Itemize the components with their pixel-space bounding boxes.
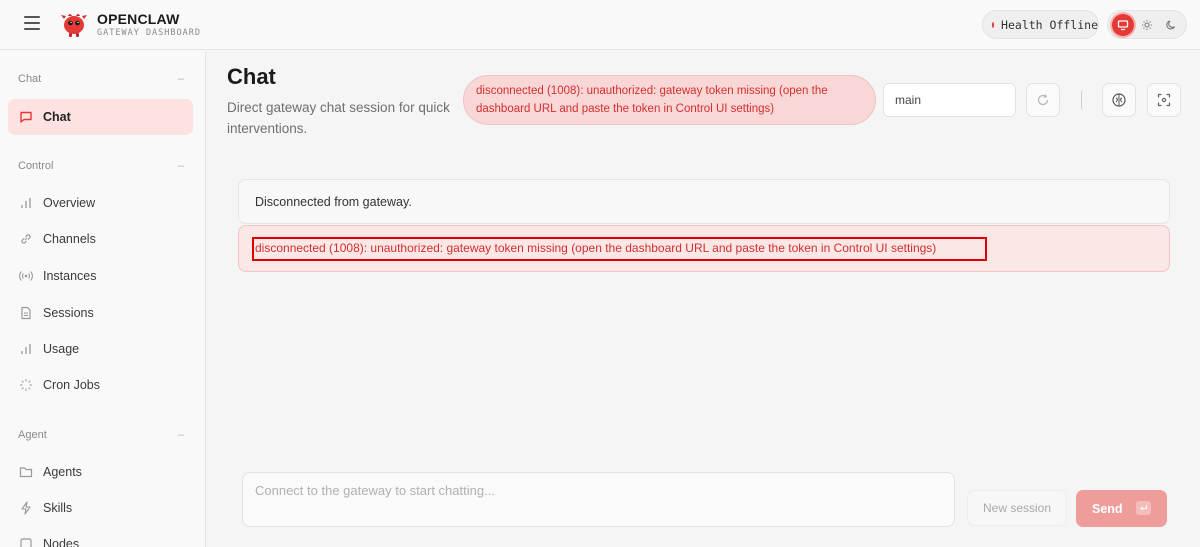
toolbar-divider <box>1081 91 1082 109</box>
loader-icon <box>18 377 34 393</box>
send-button[interactable]: Send <box>1076 490 1167 527</box>
group-label-chat: Chat <box>18 73 42 85</box>
square-icon <box>18 536 34 547</box>
theme-switcher <box>1107 10 1187 39</box>
sidebar-item-label: Nodes <box>43 537 80 547</box>
collapse-agent-button[interactable]: – <box>178 429 184 441</box>
sidebar-item-nodes[interactable]: Nodes <box>8 526 193 547</box>
message-input[interactable] <box>242 472 955 527</box>
enter-key-icon <box>1136 501 1151 515</box>
sidebar-item-label: Agents <box>43 465 82 479</box>
session-key-input[interactable] <box>883 83 1016 117</box>
sidebar-item-channels[interactable]: Channels <box>8 221 193 257</box>
sidebar-item-instances[interactable]: Instances <box>8 258 193 294</box>
sidebar-item-sessions[interactable]: Sessions <box>8 295 193 331</box>
collapse-control-button[interactable]: – <box>178 160 184 172</box>
refresh-button[interactable] <box>1026 83 1060 117</box>
menu-icon[interactable] <box>24 16 40 30</box>
sidebar-item-skills[interactable]: Skills <box>8 490 193 526</box>
brain-icon <box>1112 93 1126 107</box>
message-square-icon <box>18 109 34 125</box>
folder-icon <box>18 464 34 480</box>
health-label: Health <box>1001 17 1043 32</box>
sidebar-item-label: Overview <box>43 196 96 210</box>
file-text-icon <box>18 305 34 321</box>
sidebar-item-label: Usage <box>43 342 80 356</box>
sidebar: Chat – Chat Control – Overview Channels … <box>0 51 206 547</box>
bar-chart-icon <box>18 195 34 211</box>
radio-icon <box>18 268 34 284</box>
focus-icon <box>1157 93 1171 107</box>
monitor-icon <box>1117 19 1129 30</box>
error-banner: disconnected (1008): unauthorized: gatew… <box>463 75 876 125</box>
page-title: Chat <box>227 64 276 89</box>
sun-icon <box>1142 19 1152 30</box>
status-message: Disconnected from gateway. <box>238 179 1170 224</box>
new-session-button[interactable]: New session <box>967 490 1067 526</box>
sidebar-item-overview[interactable]: Overview <box>8 185 193 221</box>
top-bar: OPENCLAW GATEWAY DASHBOARD Health Offlin… <box>0 0 1200 50</box>
brand-title: OPENCLAW <box>97 11 180 27</box>
theme-light-button[interactable] <box>1136 14 1158 36</box>
brand-subtitle: GATEWAY DASHBOARD <box>97 28 201 38</box>
moon-icon <box>1166 19 1176 29</box>
status-dot-icon <box>992 21 995 28</box>
group-label-control: Control <box>18 160 54 172</box>
sidebar-item-chat[interactable]: Chat <box>8 99 193 135</box>
sidebar-item-label: Skills <box>43 501 73 515</box>
openclaw-logo <box>61 14 87 37</box>
thinking-toggle-button[interactable] <box>1102 83 1136 117</box>
sidebar-item-label: Instances <box>43 269 97 283</box>
page-subtitle: Direct gateway chat session for quick in… <box>227 100 450 136</box>
zap-icon <box>18 500 34 516</box>
group-label-agent: Agent <box>18 429 47 441</box>
error-message: disconnected (1008): unauthorized: gatew… <box>238 225 1170 272</box>
error-message-text: disconnected (1008): unauthorized: gatew… <box>252 237 987 261</box>
sidebar-item-label: Sessions <box>43 306 94 320</box>
send-label: Send <box>1092 501 1123 516</box>
sidebar-item-label: Cron Jobs <box>43 378 100 392</box>
sidebar-item-cron-jobs[interactable]: Cron Jobs <box>8 367 193 403</box>
link-icon <box>18 231 34 247</box>
bar-chart-icon <box>18 341 34 357</box>
health-status: Offline <box>1049 17 1098 32</box>
theme-dark-button[interactable] <box>1160 14 1182 36</box>
theme-system-button[interactable] <box>1112 13 1134 36</box>
sidebar-item-label: Channels <box>43 232 96 246</box>
sidebar-item-usage[interactable]: Usage <box>8 331 193 367</box>
collapse-chat-button[interactable]: – <box>178 73 184 85</box>
sidebar-item-agents[interactable]: Agents <box>8 454 193 490</box>
health-status-badge: Health Offline <box>982 10 1099 39</box>
refresh-icon <box>1037 94 1049 106</box>
sidebar-item-label: Chat <box>43 110 71 124</box>
focus-mode-button[interactable] <box>1147 83 1181 117</box>
